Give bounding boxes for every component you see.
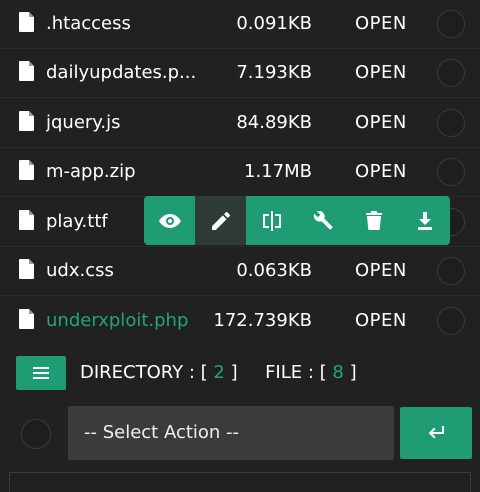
file-size: 0.063KB	[236, 260, 312, 281]
eye-icon	[158, 213, 181, 228]
settings-button[interactable]	[297, 196, 348, 245]
file-action-toolbar	[144, 196, 450, 245]
footer-panel	[9, 472, 471, 492]
delete-button[interactable]	[348, 196, 399, 245]
file-label: FILE :	[265, 362, 314, 383]
file-name[interactable]: jquery.js	[46, 111, 121, 135]
file-row[interactable]: underxploit.php 172.739KB OPEN	[0, 297, 480, 346]
row-select-radio[interactable]	[437, 59, 465, 87]
enter-icon	[428, 426, 444, 439]
directory-count: 2	[213, 362, 225, 383]
row-select-radio[interactable]	[437, 10, 465, 38]
trash-icon	[365, 211, 382, 230]
file-row[interactable]: .htaccess 0.091KB OPEN	[0, 0, 480, 49]
file-row[interactable]: jquery.js 84.89KB OPEN	[0, 99, 480, 148]
file-name[interactable]: udx.css	[46, 259, 114, 283]
bulk-action-select[interactable]: -- Select Action --	[68, 406, 394, 460]
row-select-radio[interactable]	[437, 257, 465, 285]
file-icon	[19, 309, 34, 329]
open-link[interactable]: OPEN	[355, 111, 407, 135]
bulk-action-selected: -- Select Action --	[84, 422, 240, 443]
file-size: 7.193KB	[236, 62, 312, 83]
file-icon	[19, 210, 34, 230]
view-button[interactable]	[144, 196, 195, 245]
file-icon	[19, 12, 34, 32]
hamburger-icon	[33, 367, 49, 379]
file-count: 8	[332, 362, 344, 383]
file-icon	[19, 160, 34, 180]
edit-button[interactable]	[195, 196, 246, 245]
file-size: 172.739KB	[213, 310, 312, 331]
open-link[interactable]: OPEN	[355, 259, 407, 283]
pencil-icon	[211, 211, 230, 230]
file-row[interactable]: dailyupdates.p... 7.193KB OPEN	[0, 49, 480, 98]
file-row[interactable]: udx.css 0.063KB OPEN	[0, 247, 480, 296]
file-row[interactable]: m-app.zip 1.17MB OPEN	[0, 148, 480, 197]
open-link[interactable]: OPEN	[355, 160, 407, 184]
file-size: 84.89KB	[236, 112, 312, 133]
bulk-submit-button[interactable]	[400, 407, 472, 459]
directory-label: DIRECTORY :	[80, 362, 195, 383]
file-icon	[19, 111, 34, 131]
split-icon	[262, 210, 281, 231]
file-icon	[19, 61, 34, 81]
wrench-icon	[313, 210, 333, 229]
row-select-radio[interactable]	[437, 158, 465, 186]
file-name[interactable]: m-app.zip	[46, 160, 136, 184]
select-all-radio[interactable]	[21, 419, 51, 449]
download-button[interactable]	[399, 196, 450, 245]
file-icon	[19, 259, 34, 279]
open-link[interactable]: OPEN	[355, 61, 407, 85]
menu-button[interactable]	[16, 356, 66, 390]
file-name-highlighted[interactable]: underxploit.php	[46, 309, 188, 333]
row-select-radio[interactable]	[437, 109, 465, 137]
file-name[interactable]: play.ttf	[46, 210, 108, 234]
open-link[interactable]: OPEN	[355, 309, 407, 333]
directory-file-summary: DIRECTORY : [ 2 ] FILE : [ 8 ]	[80, 362, 357, 383]
file-name[interactable]: dailyupdates.p...	[46, 61, 196, 85]
rename-button[interactable]	[246, 196, 297, 245]
file-size: 0.091KB	[236, 13, 312, 34]
file-size: 1.17MB	[244, 161, 312, 182]
row-select-radio[interactable]	[437, 307, 465, 335]
open-link[interactable]: OPEN	[355, 12, 407, 36]
download-icon	[417, 211, 432, 230]
file-name[interactable]: .htaccess	[46, 12, 131, 36]
